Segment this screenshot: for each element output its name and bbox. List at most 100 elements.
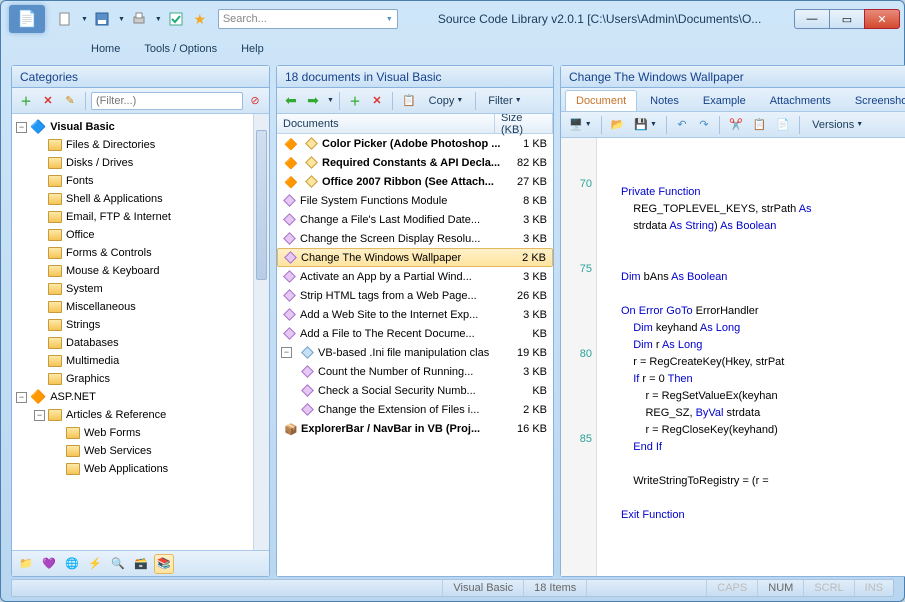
versions-button[interactable]: Versions▼: [805, 115, 870, 135]
copy-icon[interactable]: 📋: [398, 91, 420, 111]
document-row[interactable]: Change The Windows Wallpaper2 KB: [277, 248, 553, 267]
tree-item[interactable]: Files & Directories: [12, 136, 269, 154]
document-row[interactable]: Activate an App by a Partial Wind...3 KB: [277, 267, 553, 286]
tree-item[interactable]: Web Applications: [12, 460, 269, 478]
document-row[interactable]: Count the Number of Running...3 KB: [277, 362, 553, 381]
document-row[interactable]: Check a Social Security Numb...KB: [277, 381, 553, 400]
tree-item[interactable]: −Articles & Reference: [12, 406, 269, 424]
tree-item[interactable]: Office: [12, 226, 269, 244]
categories-tree[interactable]: −🔷Visual BasicFiles & DirectoriesDisks /…: [12, 114, 269, 482]
document-row[interactable]: −VB-based .Ini file manipulation clas19 …: [277, 343, 553, 362]
edit-icon[interactable]: ✎: [60, 91, 80, 111]
document-row[interactable]: 🔶Required Constants & API Decla...82 KB: [277, 153, 553, 172]
documents-panel: 18 documents in Visual Basic ⬅ ➡ ▼ ＋ ✕ 📋…: [276, 65, 554, 577]
maximize-button[interactable]: ▭: [829, 9, 865, 29]
tree-item[interactable]: System: [12, 280, 269, 298]
tab-notes[interactable]: Notes: [639, 90, 690, 111]
tree-item[interactable]: −🔷Visual Basic: [12, 118, 269, 136]
tree-item[interactable]: Disks / Drives: [12, 154, 269, 172]
tree-item[interactable]: Databases: [12, 334, 269, 352]
forward-icon[interactable]: ➡: [303, 91, 323, 111]
folder-view-icon[interactable]: 📁: [16, 554, 36, 574]
tree-item[interactable]: Web Services: [12, 442, 269, 460]
dropdown-icon[interactable]: ▼: [155, 16, 162, 23]
minimize-button[interactable]: —: [794, 9, 830, 29]
tree-item[interactable]: Email, FTP & Internet: [12, 208, 269, 226]
save-icon[interactable]: [92, 9, 112, 29]
new-icon[interactable]: [55, 9, 75, 29]
star-icon[interactable]: ★: [190, 9, 210, 29]
tree-item[interactable]: −🔶ASP.NET: [12, 388, 269, 406]
close-button[interactable]: ✕: [864, 9, 900, 29]
tree-item[interactable]: Graphics: [12, 370, 269, 388]
document-row[interactable]: 📦ExplorerBar / NavBar in VB (Proj...16 K…: [277, 419, 553, 438]
menu-home[interactable]: Home: [91, 43, 120, 55]
library-icon[interactable]: 📚: [154, 554, 174, 574]
tree-item[interactable]: Strings: [12, 316, 269, 334]
view-icon[interactable]: 🖥️▼: [565, 115, 596, 135]
line-gutter: 70 75 80 85: [561, 138, 597, 576]
tab-document[interactable]: Document: [565, 90, 637, 111]
dropdown-icon[interactable]: ▼: [327, 97, 334, 104]
tree-item[interactable]: Miscellaneous: [12, 298, 269, 316]
filter-input[interactable]: [91, 92, 243, 110]
db-icon[interactable]: 🗃️: [131, 554, 151, 574]
print-icon[interactable]: [129, 9, 149, 29]
tree-item[interactable]: Mouse & Keyboard: [12, 262, 269, 280]
tree-item[interactable]: Fonts: [12, 172, 269, 190]
add-icon[interactable]: ＋: [345, 91, 365, 111]
col-size[interactable]: Size (KB): [495, 114, 553, 133]
globe-icon[interactable]: 🌐: [62, 554, 82, 574]
document-row[interactable]: 🔶Office 2007 Ribbon (See Attach...27 KB: [277, 172, 553, 191]
menu-tools[interactable]: Tools / Options: [144, 43, 217, 55]
tab-attachments[interactable]: Attachments: [759, 90, 842, 111]
tree-item[interactable]: Multimedia: [12, 352, 269, 370]
check-icon[interactable]: [166, 9, 186, 29]
tree-item[interactable]: Forms & Controls: [12, 244, 269, 262]
dropdown-icon[interactable]: ▼: [81, 16, 88, 23]
save-icon[interactable]: 💾▼: [630, 115, 661, 135]
clear-filter-icon[interactable]: ⊘: [245, 91, 265, 111]
cut-icon[interactable]: ✂️: [725, 115, 747, 135]
add-icon[interactable]: ＋: [16, 91, 36, 111]
tree-item[interactable]: Web Forms: [12, 424, 269, 442]
document-row[interactable]: File System Functions Module8 KB: [277, 191, 553, 210]
document-row[interactable]: Change the Screen Display Resolu...3 KB: [277, 229, 553, 248]
code-editor[interactable]: 70 75 80 85 Private Function REG_TOPLEVE…: [561, 138, 905, 576]
filter-button[interactable]: Filter▼: [481, 91, 528, 111]
document-row[interactable]: Strip HTML tags from a Web Page...26 KB: [277, 286, 553, 305]
document-row[interactable]: Change the Extension of Files i...2 KB: [277, 400, 553, 419]
menu-help[interactable]: Help: [241, 43, 264, 55]
copy-icon[interactable]: 📋: [749, 115, 771, 135]
redo-icon[interactable]: ↷: [694, 115, 714, 135]
undo-icon[interactable]: ↶: [672, 115, 692, 135]
status-ins: INS: [854, 580, 893, 596]
favorites-icon[interactable]: 💜: [39, 554, 59, 574]
document-row[interactable]: Add a Web Site to the Internet Exp...3 K…: [277, 305, 553, 324]
document-row[interactable]: Change a File's Last Modified Date...3 K…: [277, 210, 553, 229]
dropdown-icon[interactable]: ▼: [118, 16, 125, 23]
app-icon[interactable]: 📄: [9, 5, 45, 33]
document-row[interactable]: Add a File to The Recent Docume...KB: [277, 324, 553, 343]
search-placeholder: Search...: [223, 13, 267, 25]
column-headers[interactable]: Documents Size (KB): [277, 114, 553, 134]
scrollbar[interactable]: [253, 114, 269, 550]
delete-icon[interactable]: ✕: [38, 91, 58, 111]
tab-screenshots[interactable]: Screenshots: [844, 90, 905, 111]
open-icon[interactable]: 📂: [607, 115, 629, 135]
delete-icon[interactable]: ✕: [367, 91, 387, 111]
titlebar: 📄 ▼ ▼ ▼ ★ Search... ▼ Source Code Librar…: [1, 1, 904, 37]
documents-list[interactable]: 🔶Color Picker (Adobe Photoshop ...1 KB🔶R…: [277, 134, 553, 438]
copy-button[interactable]: Copy▼: [422, 91, 471, 111]
categories-bottom-toolbar: 📁 💜 🌐 ⚡ 🔍 🗃️ 📚: [12, 550, 269, 576]
paste-icon[interactable]: 📄: [772, 115, 794, 135]
status-lang: Visual Basic: [442, 580, 523, 596]
tab-example[interactable]: Example: [692, 90, 757, 111]
document-row[interactable]: 🔶Color Picker (Adobe Photoshop ...1 KB: [277, 134, 553, 153]
search-input[interactable]: Search... ▼: [218, 9, 398, 29]
back-icon[interactable]: ⬅: [281, 91, 301, 111]
lightning-icon[interactable]: ⚡: [85, 554, 105, 574]
search-icon[interactable]: 🔍: [108, 554, 128, 574]
tree-item[interactable]: Shell & Applications: [12, 190, 269, 208]
col-documents[interactable]: Documents: [277, 114, 495, 133]
